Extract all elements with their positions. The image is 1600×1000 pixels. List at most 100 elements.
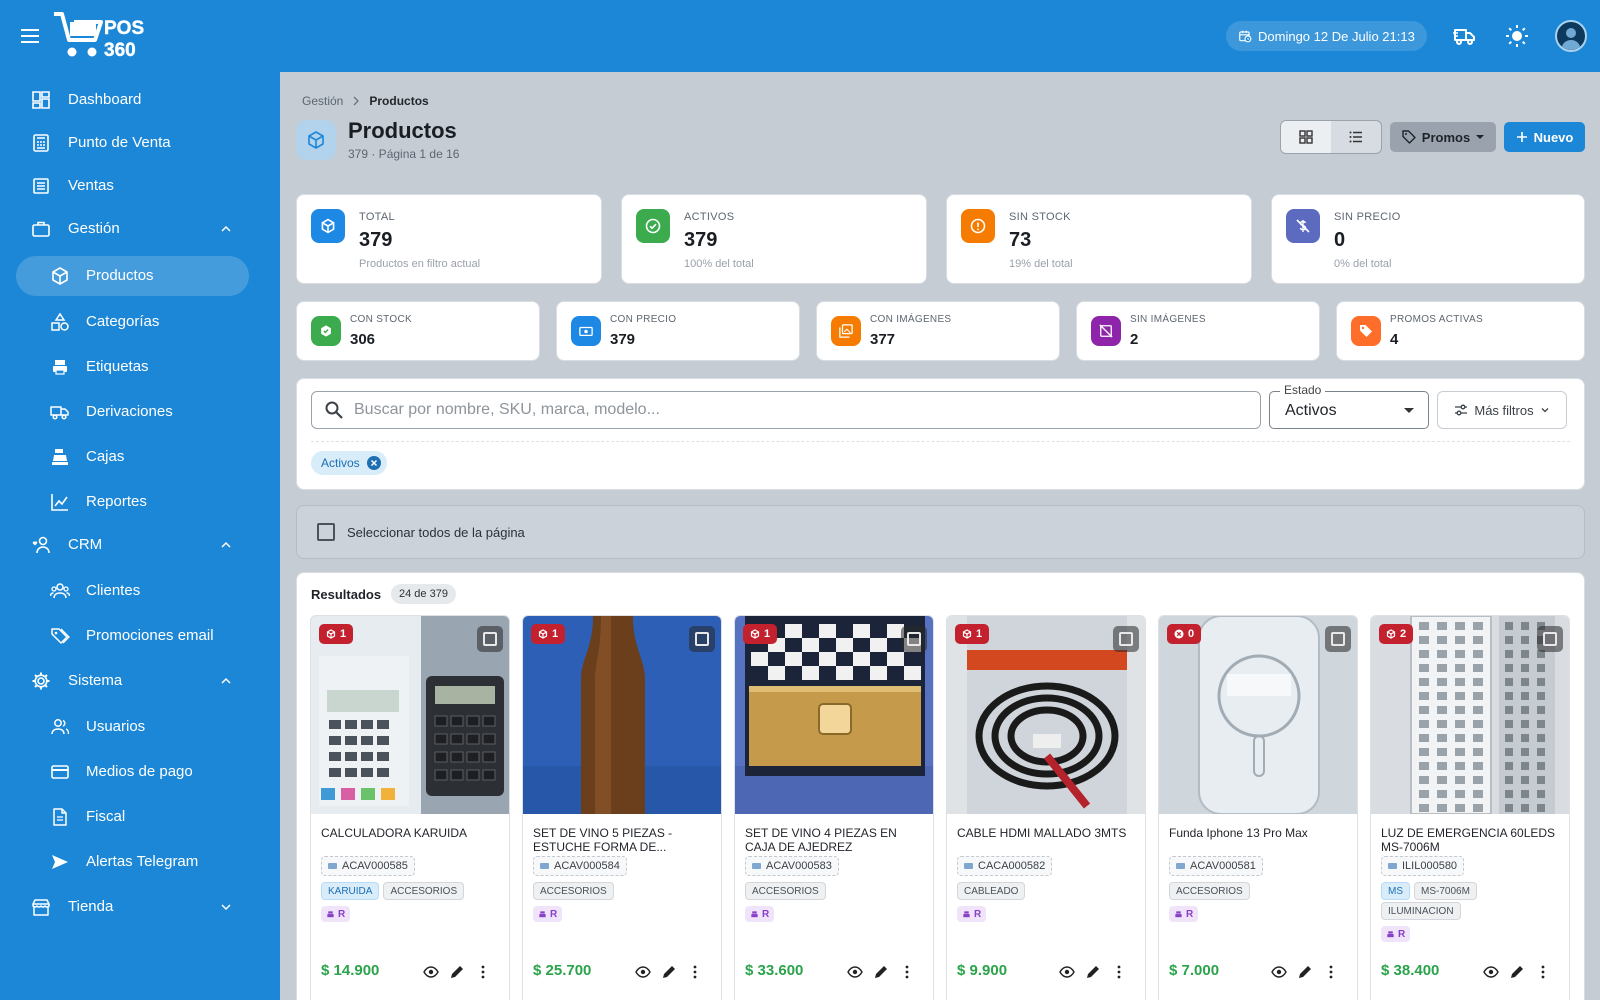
- brand-tag: KARUIDA: [321, 882, 380, 900]
- product-actions: [1483, 964, 1551, 980]
- nuevo-button[interactable]: Nuevo: [1504, 122, 1585, 152]
- sidebar-item-categorias[interactable]: Categorías: [0, 302, 280, 342]
- product-checkbox[interactable]: [689, 626, 715, 652]
- chart-line-icon: [50, 492, 70, 512]
- list-view-button[interactable]: [1331, 121, 1381, 153]
- plus-icon: [1516, 131, 1528, 143]
- estado-select[interactable]: Estado Activos: [1269, 383, 1429, 429]
- box-check-icon: [319, 324, 333, 338]
- stat-label: CON STOCK: [350, 314, 412, 325]
- sidebar-item-label: Clientes: [86, 582, 141, 599]
- promos-button[interactable]: Promos: [1390, 122, 1496, 152]
- product-card[interactable]: 1 CABLE HDMI MALLADO 3MTS CACA000582 CAB…: [946, 615, 1146, 1000]
- sidebar-item-punto-de-venta[interactable]: Punto de Venta: [0, 123, 280, 163]
- printer-r-tag: R: [957, 906, 987, 922]
- product-checkbox[interactable]: [901, 626, 927, 652]
- product-name: CABLE HDMI MALLADO 3MTS: [957, 826, 1127, 840]
- sidebar-item-etiquetas[interactable]: Etiquetas: [0, 347, 280, 387]
- sun-icon[interactable]: [1505, 24, 1529, 48]
- sidebar-item-reportes[interactable]: Reportes: [0, 482, 280, 522]
- sidebar-item-clientes[interactable]: Clientes: [0, 571, 280, 611]
- stat-value: 379: [684, 229, 718, 251]
- product-card[interactable]: 0 Funda Iphone 13 Pro Max ACAV000581 ACC…: [1158, 615, 1358, 1000]
- pencil-icon[interactable]: [661, 964, 677, 980]
- select-all-checkbox[interactable]: [317, 523, 335, 541]
- product-checkbox[interactable]: [477, 626, 503, 652]
- sidebar-item-gestion[interactable]: Gestión: [0, 209, 280, 249]
- eye-icon[interactable]: [423, 964, 439, 980]
- store-icon: [31, 897, 51, 917]
- eye-icon[interactable]: [1271, 964, 1287, 980]
- more-vertical-icon[interactable]: [1535, 964, 1551, 980]
- truck-delivery-icon[interactable]: [1453, 24, 1477, 48]
- logo-text-360: 360: [104, 40, 136, 61]
- pencil-icon[interactable]: [449, 964, 465, 980]
- product-checkbox[interactable]: [1113, 626, 1139, 652]
- tag-row: ACCESORIOS: [533, 882, 614, 900]
- more-vertical-icon[interactable]: [1111, 964, 1127, 980]
- sidebar-item-derivaciones[interactable]: Derivaciones: [0, 392, 280, 432]
- grid-view-button[interactable]: [1281, 121, 1331, 153]
- stat-desc: Productos en filtro actual: [359, 258, 481, 270]
- sidebar-item-crm[interactable]: CRM: [0, 525, 280, 565]
- sidebar-item-dashboard[interactable]: Dashboard: [0, 80, 280, 120]
- product-price: $ 25.700: [533, 962, 592, 979]
- product-price: $ 33.600: [745, 962, 804, 979]
- caret-down-icon: [1404, 408, 1414, 413]
- stat-value: 2: [1130, 331, 1139, 348]
- box-icon: [538, 629, 548, 639]
- close-circle-icon[interactable]: [366, 455, 382, 471]
- stock-badge: 1: [743, 624, 778, 644]
- more-vertical-icon[interactable]: [899, 964, 915, 980]
- more-vertical-icon[interactable]: [687, 964, 703, 980]
- product-card[interactable]: 2 LUZ DE EMERGENCIA 60LEDS MS-7006M ILIL…: [1370, 615, 1570, 1000]
- eye-icon[interactable]: [1059, 964, 1075, 980]
- sidebar-item-label: Medios de pago: [86, 763, 193, 780]
- sidebar-item-tienda[interactable]: Tienda: [0, 887, 280, 927]
- sidebar-item-medios-de-pago[interactable]: Medios de pago: [0, 752, 280, 792]
- pencil-icon[interactable]: [1297, 964, 1313, 980]
- product-card[interactable]: 1 SET DE VINO 4 PIEZAS EN CAJA DE AJEDRE…: [734, 615, 934, 1000]
- user-avatar[interactable]: [1555, 20, 1587, 52]
- product-name: SET DE VINO 4 PIEZAS EN CAJA DE AJEDREZ: [745, 826, 897, 854]
- barcode-icon: [1388, 863, 1397, 869]
- pencil-icon[interactable]: [1509, 964, 1525, 980]
- eye-icon[interactable]: [847, 964, 863, 980]
- app-logo[interactable]: POS 360: [52, 10, 172, 62]
- eye-icon[interactable]: [1483, 964, 1499, 980]
- mas-filtros-button[interactable]: Más filtros: [1437, 391, 1567, 429]
- stat-card-con-stock: CON STOCK 306: [296, 301, 540, 361]
- sidebar-item-sistema[interactable]: Sistema: [0, 661, 280, 701]
- sidebar-item-promociones-email[interactable]: Promociones email: [0, 616, 280, 656]
- sku-text: ACAV000585: [342, 860, 408, 872]
- pencil-icon[interactable]: [1085, 964, 1101, 980]
- sidebar-item-alertas-telegram[interactable]: Alertas Telegram: [0, 842, 280, 882]
- page-subtitle: 379 · Página 1 de 16: [348, 147, 460, 161]
- tags-icon: [50, 626, 70, 646]
- menu-icon[interactable]: [18, 24, 42, 48]
- product-checkbox[interactable]: [1537, 626, 1563, 652]
- eye-icon[interactable]: [635, 964, 651, 980]
- stat-value: 379: [610, 331, 636, 348]
- sidebar-item-usuarios[interactable]: Usuarios: [0, 707, 280, 747]
- sidebar-item-ventas[interactable]: Ventas: [0, 166, 280, 206]
- product-card[interactable]: 1 SET DE VINO 5 PIEZAS - ESTUCHE FORMA D…: [522, 615, 722, 1000]
- tag-icon: [1359, 324, 1373, 338]
- product-checkbox[interactable]: [1325, 626, 1351, 652]
- sidebar-item-fiscal[interactable]: Fiscal: [0, 797, 280, 837]
- search-input[interactable]: [354, 401, 1234, 419]
- sidebar-item-cajas[interactable]: Cajas: [0, 437, 280, 477]
- chevron-up-icon: [220, 675, 232, 687]
- breadcrumb-link-gestion[interactable]: Gestión: [302, 94, 343, 108]
- pencil-icon[interactable]: [873, 964, 889, 980]
- more-vertical-icon[interactable]: [475, 964, 491, 980]
- sidebar-item-productos[interactable]: Productos: [16, 256, 249, 296]
- search-icon: [324, 400, 344, 420]
- product-card[interactable]: 1 CALCULADORA KARUIDA ACAV000585 KARUIDA…: [310, 615, 510, 1000]
- divider: [311, 441, 1570, 442]
- more-vertical-icon[interactable]: [1323, 964, 1339, 980]
- product-actions: [847, 964, 915, 980]
- category-tag: ACCESORIOS: [383, 882, 465, 900]
- sidebar-item-label: Etiquetas: [86, 358, 149, 375]
- stat-value: 379: [359, 229, 393, 251]
